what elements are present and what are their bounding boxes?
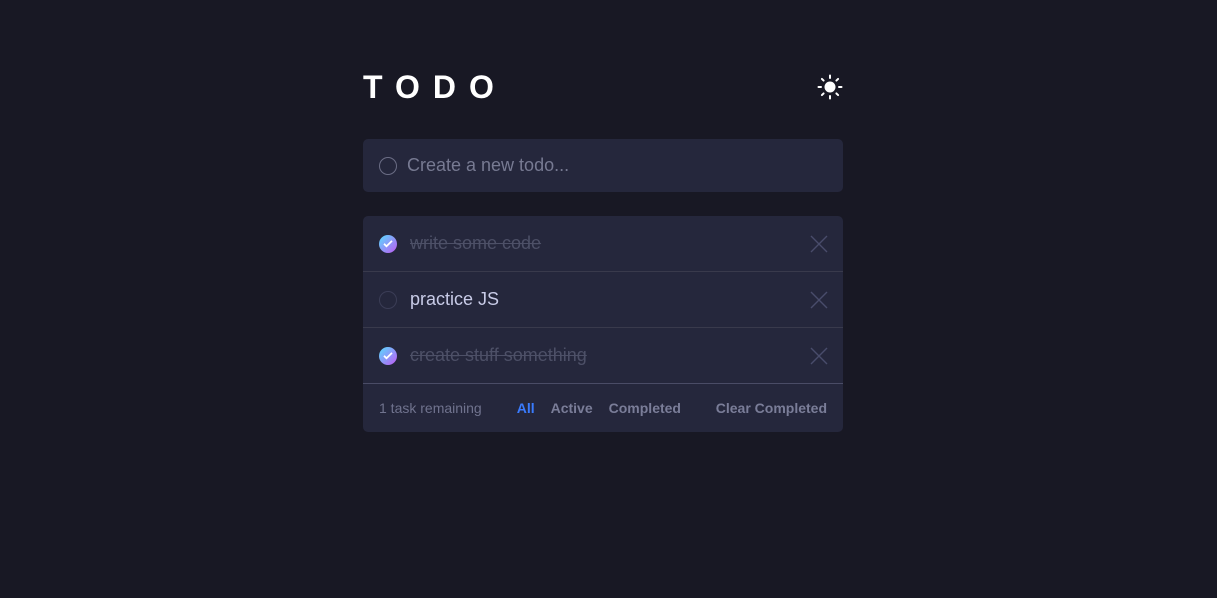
- filter-group: All Active Completed: [517, 400, 697, 416]
- checkmark-icon: [383, 351, 393, 359]
- close-icon: [810, 235, 828, 252]
- todo-item: create stuff something: [363, 328, 843, 384]
- todo-checkbox[interactable]: [379, 346, 397, 365]
- todo-list: write some code practice JS create stuff…: [363, 216, 843, 432]
- close-icon: [810, 291, 828, 308]
- app-title: TODO: [363, 69, 507, 105]
- todo-item: practice JS: [363, 272, 843, 328]
- todo-text: create stuff something: [410, 345, 587, 365]
- remaining-count: 1 task remaining: [379, 400, 482, 416]
- header: TODO: [363, 62, 843, 112]
- delete-button[interactable]: [810, 291, 828, 309]
- list-footer: 1 task remaining All Active Completed Cl…: [363, 383, 843, 432]
- close-icon: [810, 347, 828, 364]
- checkmark-icon: [383, 239, 393, 247]
- todo-text: write some code: [410, 233, 542, 253]
- filter-active[interactable]: Active: [551, 400, 593, 416]
- todo-item: write some code: [363, 216, 843, 272]
- new-todo-bar: [363, 139, 843, 192]
- todo-checkbox[interactable]: [379, 234, 397, 253]
- delete-button[interactable]: [810, 347, 828, 365]
- todo-text: practice JS: [410, 289, 500, 309]
- filter-completed[interactable]: Completed: [609, 400, 681, 416]
- new-todo-input[interactable]: [407, 155, 827, 176]
- new-todo-circle-icon: [379, 156, 397, 175]
- todo-app: TODO Create a new todo... write some cod…: [363, 62, 843, 432]
- clear-completed-button[interactable]: Clear Completed: [716, 400, 827, 416]
- sun-icon: [817, 74, 843, 100]
- filter-all[interactable]: All: [517, 400, 535, 416]
- theme-toggle-button[interactable]: [816, 73, 844, 101]
- delete-button[interactable]: [810, 235, 828, 253]
- todo-checkbox[interactable]: [379, 290, 397, 309]
